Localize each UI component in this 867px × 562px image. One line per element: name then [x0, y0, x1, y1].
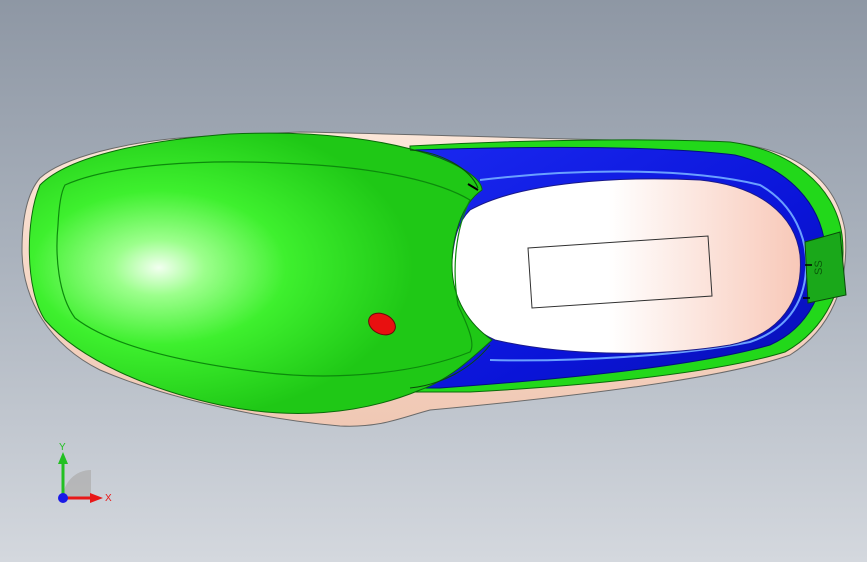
z-axis-dot: [58, 493, 68, 503]
x-axis-label: X: [105, 493, 112, 504]
triad-arc: [63, 470, 91, 498]
coordinate-triad: Y X: [58, 442, 112, 504]
heel-tab-logo: SS: [813, 260, 825, 275]
vamp: [28, 132, 493, 414]
insole: [451, 178, 801, 354]
x-axis-arrow: [90, 493, 103, 503]
heel-tab: [804, 231, 847, 304]
y-axis-arrow: [58, 452, 68, 464]
y-axis-label: Y: [59, 442, 66, 453]
shoe-model[interactable]: SS: [0, 0, 867, 562]
graphics-viewport[interactable]: SS Y X: [0, 0, 867, 562]
